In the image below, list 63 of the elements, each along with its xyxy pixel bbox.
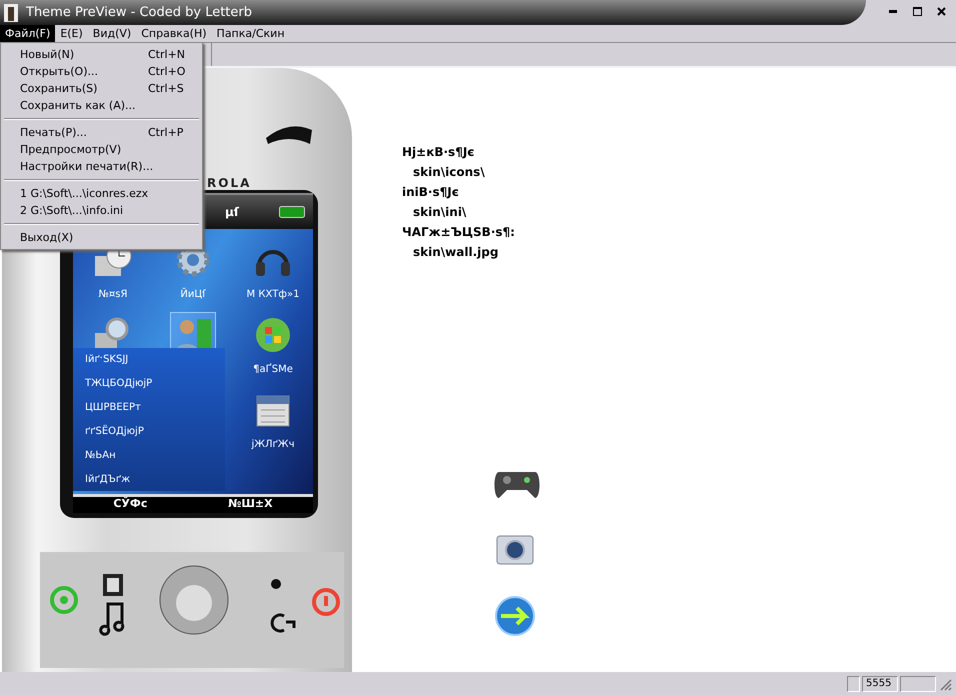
app-label: ЙиЦſ (180, 289, 206, 300)
menu-entry[interactable]: Сохранить(S) Ctrl+S (1, 80, 202, 97)
menu-item[interactable]: E(E) (55, 25, 88, 42)
menu-entry-label: Новый(N) (20, 47, 76, 63)
menu-entry[interactable]: 2 G:\Soft\...\info.ini (1, 202, 202, 219)
windows-logo-icon (253, 315, 293, 355)
app-label: јЖЛґЖч (251, 439, 294, 450)
menu-item[interactable]: Папка/Скин (212, 25, 290, 42)
menu-entry[interactable]: Настройки печати(R)... (1, 158, 202, 175)
soft-key-label: №Ш±Х (228, 497, 273, 512)
menu-entry[interactable]: Новый(N) Ctrl+N (1, 46, 202, 63)
dot-key-icon (271, 579, 281, 589)
shortcut-text: Ctrl+N (148, 47, 186, 63)
battery-icon (279, 206, 305, 218)
menu-entry[interactable]: Открыть(O)... Ctrl+O (1, 63, 202, 80)
menu-entry[interactable]: Печать(P)... Ctrl+P (1, 124, 202, 141)
popup-menu-item[interactable]: ІйґˑSKSJJ (85, 354, 225, 366)
menu-entry-label: Сохранить(S) (20, 81, 98, 97)
menu-entry[interactable]: Предпросмотр(V) (1, 141, 202, 158)
minimize-icon (889, 10, 897, 12)
menu-entry-label: Печать(P)... (20, 125, 88, 141)
setting-label: Hj±кB·s¶Jє (402, 144, 476, 161)
path-value: skin\wall.jpg (412, 244, 500, 261)
status-panel (900, 676, 936, 692)
app-label: ¶аҐЅМе (253, 364, 293, 375)
menu-item[interactable]: Файл(F) (0, 25, 56, 42)
setting-label: iniB·s¶Jє (402, 184, 460, 201)
popup-menu-item[interactable]: ІйґДЪґж (85, 474, 225, 485)
call-key-icon (50, 586, 78, 614)
music-note-icon (99, 602, 124, 636)
popup-menu-item[interactable]: №ЬАн (85, 450, 225, 461)
soft-key-label: СЎФс (113, 497, 148, 512)
menu-entry-label: Открыть(O)... (20, 64, 99, 80)
window-title: Theme PreView - Coded by Letterb (26, 5, 252, 20)
app-icon (4, 4, 18, 22)
menu-entry[interactable]: 1 G:\Soft\...\iconres.ezx (1, 185, 202, 202)
popup-menu-item[interactable]: ЦШРВЕЕРт (85, 402, 225, 414)
resize-grip-icon (938, 676, 952, 690)
end-call-key-icon (312, 588, 340, 616)
phone-brand: ROLA (207, 176, 252, 190)
menu-item[interactable]: Справка(H) (136, 25, 212, 42)
maximize-icon (912, 6, 922, 16)
path-value: skin\icons\ (412, 164, 486, 181)
status-counter: 5555 (862, 676, 898, 692)
menu-entry[interactable]: Сохранить как (A)... (1, 97, 202, 114)
status-panel (847, 676, 860, 692)
shortcut-text: Ctrl+O (148, 64, 186, 80)
back-key-icon (270, 614, 296, 632)
popup-menu-item[interactable]: ТЖЦБОДјюјР (85, 378, 225, 390)
setting-label: ЧАГж±ЪЦSB·s¶: (402, 224, 516, 241)
earpiece-slot-icon (264, 124, 314, 146)
navigation-joystick-icon (160, 566, 228, 634)
menu-entry[interactable]: Выход(X) (1, 229, 202, 246)
contacts-key-icon (103, 574, 123, 596)
path-value: skin\ini\ (412, 204, 468, 221)
shortcut-text: Ctrl+P (148, 125, 184, 141)
app-label: М КХТф»1 (246, 289, 300, 300)
app-label: №¤ѕЯ (98, 289, 128, 300)
screen-title: µſ (224, 205, 239, 219)
menu-item[interactable]: Вид(V) (88, 25, 136, 42)
shortcut-text: Ctrl+S (148, 81, 184, 97)
popup-menu-item[interactable]: ґґSЁОДјюјР (85, 426, 225, 437)
close-icon (936, 6, 946, 16)
